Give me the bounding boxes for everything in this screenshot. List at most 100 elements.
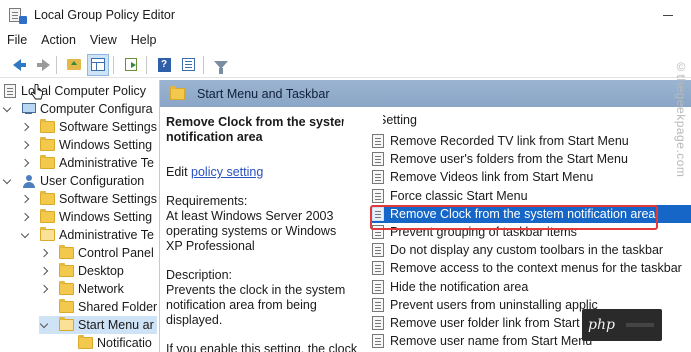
requirements-text: At least Windows Server 2003 operating s… — [166, 209, 337, 253]
tree-item-windows-settings[interactable]: Windows Setting — [20, 208, 152, 226]
tree-item-control-panel[interactable]: Control Panel — [39, 244, 154, 262]
user-icon — [22, 174, 36, 188]
chevron-right-icon[interactable] — [39, 262, 49, 280]
folder-icon — [170, 85, 185, 100]
policy-setting-icon — [372, 152, 384, 167]
policy-setting-icon — [372, 243, 384, 258]
setting-row[interactable]: Remove Recorded TV link from Start Menu — [372, 132, 691, 150]
chevron-right-icon[interactable] — [39, 244, 49, 262]
back-arrow-icon[interactable] — [6, 54, 28, 76]
toolbar-separator — [146, 55, 147, 74]
chevron-right-icon[interactable] — [20, 136, 30, 154]
edit-policy-setting-link[interactable]: policy setting — [191, 165, 263, 179]
tree-item-notifications[interactable]: Notificatio — [78, 334, 152, 352]
requirements-label: Requirements: — [166, 194, 248, 208]
description-more-text: If you enable this setting, the clock — [166, 342, 358, 352]
chevron-down-icon[interactable] — [39, 316, 49, 334]
edit-prefix: Edit — [166, 165, 188, 179]
chevron-right-icon[interactable] — [20, 190, 30, 208]
policy-setting-icon — [372, 134, 384, 148]
chevron-down-icon[interactable] — [2, 172, 12, 190]
tree-item-user-configuration[interactable]: User Configuration — [2, 172, 144, 190]
navigation-tree: Local Computer Policy Computer Configura… — [0, 80, 157, 352]
chevron-right-icon[interactable] — [20, 118, 30, 136]
setting-label: Remove user folder link from Start Me — [390, 316, 601, 330]
description-panel: Remove Clock from the system notificatio… — [160, 107, 360, 352]
setting-label: Remove Recorded TV link from Start Menu — [390, 134, 629, 148]
setting-row[interactable]: Do not display any custom toolbars in th… — [372, 241, 691, 259]
folder-icon — [59, 263, 74, 277]
tree-item-start-menu-and-taskbar[interactable]: Start Menu ar — [39, 316, 157, 334]
filter-icon[interactable] — [210, 54, 232, 76]
tree-item-desktop[interactable]: Desktop — [39, 262, 124, 280]
properties-icon[interactable] — [177, 54, 199, 76]
title-bar: Local Group Policy Editor — [0, 0, 691, 30]
setting-label: Hide the notification area — [390, 279, 529, 294]
show-hide-tree-icon[interactable] — [87, 53, 109, 76]
setting-row[interactable]: Remove Videos link from Start Menu — [372, 168, 691, 186]
tree-item-software-settings[interactable]: Software Settings — [20, 118, 157, 136]
computer-icon — [22, 103, 36, 115]
setting-column-header[interactable]: Setting — [378, 113, 417, 127]
window-controls — [645, 0, 691, 30]
folder-icon — [40, 209, 55, 223]
tree-item-label: Start Menu ar — [78, 318, 154, 332]
window-title: Local Group Policy Editor — [34, 8, 176, 22]
menu-help[interactable]: Help — [124, 33, 164, 47]
setting-label: Force classic Start Menu — [390, 188, 528, 203]
folder-icon — [59, 281, 74, 295]
tree-item-label: User Configuration — [40, 174, 145, 188]
setting-row[interactable]: Remove access to the context menus for t… — [372, 259, 691, 277]
tree-item-label: Shared Folder — [78, 300, 157, 314]
pane-header: Start Menu and Taskbar — [160, 80, 691, 107]
policy-setting-icon — [372, 225, 384, 239]
php-badge-text: php — [588, 317, 615, 333]
setting-label: Prevent grouping of taskbar items — [390, 225, 577, 239]
hand-cursor-icon — [31, 84, 43, 100]
menu-action[interactable]: Action — [34, 33, 83, 47]
up-folder-icon[interactable] — [63, 54, 85, 76]
setting-label: Prevent users from uninstalling applic — [390, 297, 598, 312]
chevron-right-icon[interactable] — [39, 280, 49, 298]
chevron-down-icon[interactable] — [20, 226, 30, 244]
tree-item-computer-configuration[interactable]: Computer Configura — [2, 100, 153, 118]
folder-open-icon — [59, 317, 74, 331]
tree-item-local-computer-policy[interactable]: Local Computer Policy — [4, 82, 146, 100]
setting-label: Remove access to the context menus for t… — [390, 261, 682, 276]
tree-item-administrative-templates[interactable]: Administrative Te — [20, 226, 154, 244]
policy-setting-icon — [372, 206, 384, 221]
tree-item-label: Software Settings — [59, 192, 157, 206]
folder-icon — [59, 299, 74, 313]
chevron-right-icon[interactable] — [20, 154, 30, 172]
tree-item-software-settings[interactable]: Software Settings — [20, 190, 157, 208]
chevron-right-icon[interactable] — [20, 208, 30, 226]
policy-setting-icon — [372, 261, 384, 276]
tree-item-windows-settings[interactable]: Windows Setting — [20, 136, 152, 154]
setting-row[interactable]: Hide the notification area — [372, 278, 691, 296]
export-list-icon[interactable] — [120, 54, 142, 76]
setting-label: Remove Clock from the system notificatio… — [390, 206, 656, 221]
setting-label: Remove Videos link from Start Menu — [390, 170, 594, 185]
forward-arrow-icon[interactable] — [30, 54, 52, 76]
setting-row[interactable]: Prevent grouping of taskbar items — [372, 223, 691, 241]
description-label: Description: — [166, 268, 232, 282]
menu-file[interactable]: File — [0, 33, 34, 47]
tree-item-label: Windows Setting — [59, 138, 153, 152]
policy-setting-icon — [372, 334, 384, 349]
tree-item-label: Control Panel — [78, 246, 154, 260]
tree-item-network[interactable]: Network — [39, 280, 124, 298]
pane-divider-curve — [343, 107, 383, 131]
tree-item-administrative-templates[interactable]: Administrative Te — [20, 154, 154, 172]
setting-row[interactable]: Remove Clock from the system notificatio… — [372, 204, 691, 223]
help-icon[interactable]: ? — [153, 54, 175, 76]
policy-icon — [4, 84, 16, 98]
folder-icon — [40, 155, 55, 169]
setting-row[interactable]: Remove user's folders from the Start Men… — [372, 150, 691, 168]
tree-item-shared-folders[interactable]: Shared Folder — [59, 298, 157, 316]
chevron-down-icon[interactable] — [2, 100, 12, 118]
setting-label: Remove user's folders from the Start Men… — [390, 152, 628, 167]
setting-row[interactable]: Force classic Start Menu — [372, 187, 691, 205]
description-title: Remove Clock from the system notificatio… — [166, 115, 353, 144]
minimize-icon[interactable] — [645, 0, 691, 30]
menu-view[interactable]: View — [83, 33, 124, 47]
